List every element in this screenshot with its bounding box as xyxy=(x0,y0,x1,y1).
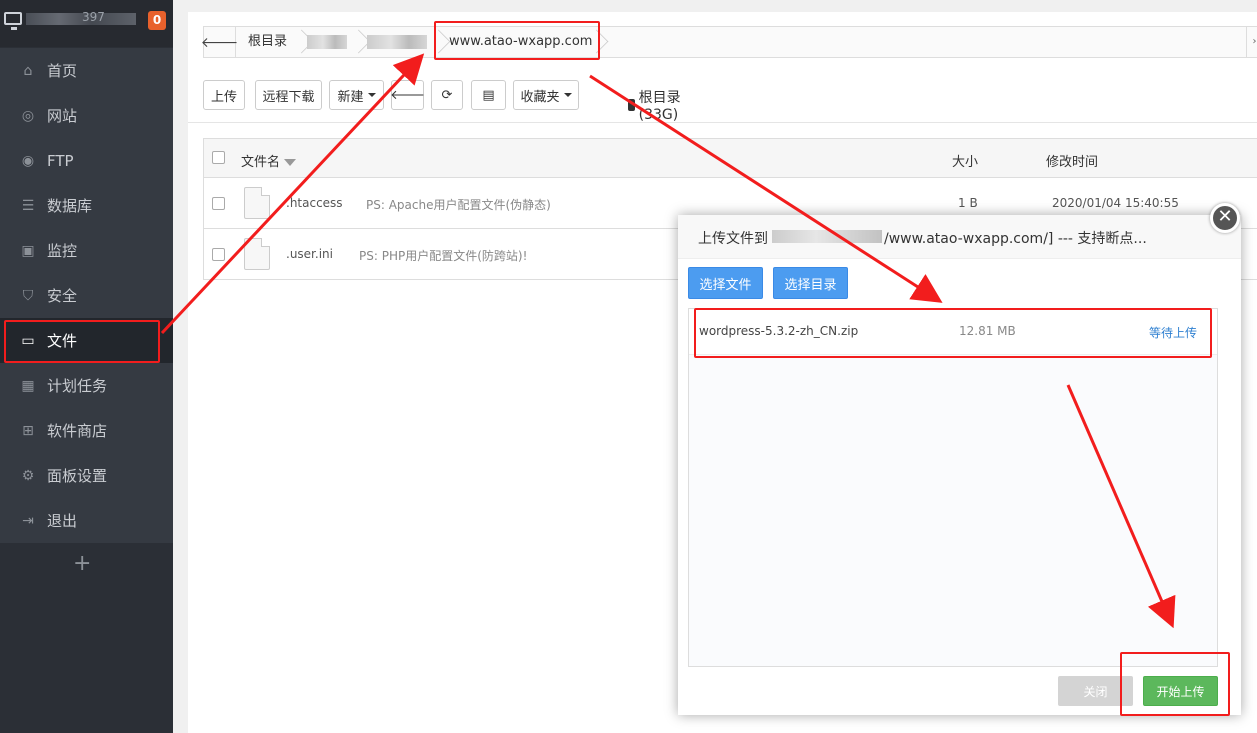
favorites-dropdown-button[interactable]: 收藏夹 xyxy=(513,80,579,110)
refresh-icon: ⟳ xyxy=(441,87,453,103)
dialog-title-hidden-path xyxy=(772,230,882,243)
file-name[interactable]: .htaccess xyxy=(286,196,343,210)
file-name[interactable]: .user.ini xyxy=(286,247,333,261)
sidebar: 397 0 ⌂ 首页 ◎ 网站 ◉ FTP ☰ 数据库 ▣ 监控 ⛉ 安全 ▭ 文件 ▦ 计划任… xyxy=(0,0,173,733)
globe-icon: ◎ xyxy=(21,107,35,124)
breadcrumb-hidden-1[interactable] xyxy=(307,35,347,49)
disk-icon xyxy=(628,99,635,111)
breadcrumb-hidden-2[interactable] xyxy=(367,35,427,49)
header-size[interactable]: 大小 xyxy=(952,151,978,170)
sidebar-item-ftp[interactable]: ◉ FTP xyxy=(0,138,173,183)
breadcrumb-root[interactable]: 根目录 xyxy=(248,27,287,57)
select-all-checkbox[interactable] xyxy=(212,151,225,164)
annotation-box-breadcrumb xyxy=(434,21,600,60)
file-icon xyxy=(244,238,270,270)
file-icon xyxy=(244,187,270,219)
server-icon xyxy=(4,12,22,30)
annotation-box-start xyxy=(1120,652,1230,716)
sidebar-item-home[interactable]: ⌂ 首页 xyxy=(0,48,173,93)
gear-icon: ⚙ xyxy=(21,467,35,484)
add-plus-button[interactable]: + xyxy=(73,551,91,576)
calendar-icon: ▦ xyxy=(21,377,35,394)
sidebar-item-website[interactable]: ◎ 网站 xyxy=(0,93,173,138)
sidebar-menu: ⌂ 首页 ◎ 网站 ◉ FTP ☰ 数据库 ▣ 监控 ⛉ 安全 ▭ 文件 ▦ 计划任务 ⊞ 软件商… xyxy=(0,48,173,543)
logout-icon: ⇥ xyxy=(22,512,34,529)
home-icon: ⌂ xyxy=(23,62,33,79)
sort-desc-icon xyxy=(284,159,297,166)
new-dropdown-button[interactable]: 新建 xyxy=(329,80,384,110)
choose-dir-button[interactable]: 选择目录 xyxy=(773,267,848,299)
header-name[interactable]: 文件名 xyxy=(241,151,297,170)
back-arrow-button[interactable]: 🡐 xyxy=(200,27,239,57)
upload-dialog: 上传文件到/www.atao-wxapp.com/] --- 支持断点... ✕… xyxy=(678,203,1241,715)
grid-icon: ⊞ xyxy=(22,422,34,439)
notification-badge[interactable]: 0 xyxy=(148,11,166,30)
terminal-button[interactable]: ▤ xyxy=(471,80,506,110)
monitor-icon: ▣ xyxy=(21,242,35,259)
chevron-right-icon[interactable]: › xyxy=(1246,27,1257,57)
disk-info[interactable]: 根目录(33G) xyxy=(628,87,684,123)
upload-button[interactable]: 上传 xyxy=(203,80,245,110)
dialog-header: 上传文件到/www.atao-wxapp.com/] --- 支持断点... xyxy=(678,215,1241,259)
terminal-icon: ▤ xyxy=(482,87,495,103)
ftp-icon: ◉ xyxy=(21,152,35,169)
toolbar-divider xyxy=(188,122,1257,123)
breadcrumb: 🡐 根目录 www.atao-wxapp.com › xyxy=(200,26,1257,58)
remote-download-button[interactable]: 远程下载 xyxy=(255,80,322,110)
shield-icon: ⛉ xyxy=(22,287,34,304)
caret-down-icon xyxy=(367,93,376,97)
dialog-close-icon[interactable]: ✕ xyxy=(1210,203,1240,233)
file-mtime: 2020/01/04 15:40:55 xyxy=(1052,196,1179,210)
sidebar-item-store[interactable]: ⊞ 软件商店 xyxy=(0,408,173,453)
choose-file-button[interactable]: 选择文件 xyxy=(688,267,763,299)
arrow-left-icon: 🡐 xyxy=(390,88,425,103)
sidebar-item-monitor[interactable]: ▣ 监控 xyxy=(0,228,173,273)
refresh-button[interactable]: ⟳ xyxy=(431,80,463,110)
server-ip: 397 xyxy=(26,10,138,26)
upload-list: wordpress-5.3.2-zh_CN.zip 12.81 MB 等待上传 xyxy=(688,308,1218,667)
annotation-box-upload-file xyxy=(694,308,1212,358)
arrow-left-icon: 🡐 xyxy=(200,34,239,51)
sidebar-item-database[interactable]: ☰ 数据库 xyxy=(0,183,173,228)
file-note: PS: PHP用户配置文件(防跨站)! xyxy=(359,249,528,263)
row-checkbox[interactable] xyxy=(212,197,225,210)
sidebar-item-cron[interactable]: ▦ 计划任务 xyxy=(0,363,173,408)
sidebar-item-security[interactable]: ⛉ 安全 xyxy=(0,273,173,318)
dialog-title: 上传文件到/www.atao-wxapp.com/] --- 支持断点... xyxy=(698,231,1147,247)
table-header: 文件名 大小 修改时间 xyxy=(204,139,1257,178)
sidebar-item-settings[interactable]: ⚙ 面板设置 xyxy=(0,453,173,498)
sidebar-header: 397 0 xyxy=(0,0,173,47)
sidebar-item-logout[interactable]: ⇥ 退出 xyxy=(0,498,173,543)
caret-down-icon xyxy=(563,93,572,97)
row-checkbox[interactable] xyxy=(212,248,225,261)
file-size: 1 B xyxy=(958,196,978,210)
header-mtime[interactable]: 修改时间 xyxy=(1046,151,1098,170)
annotation-box-files xyxy=(4,320,160,363)
database-icon: ☰ xyxy=(21,197,35,214)
file-note: PS: Apache用户配置文件(伪静态) xyxy=(366,198,551,212)
back-button[interactable]: 🡐 xyxy=(390,80,425,110)
